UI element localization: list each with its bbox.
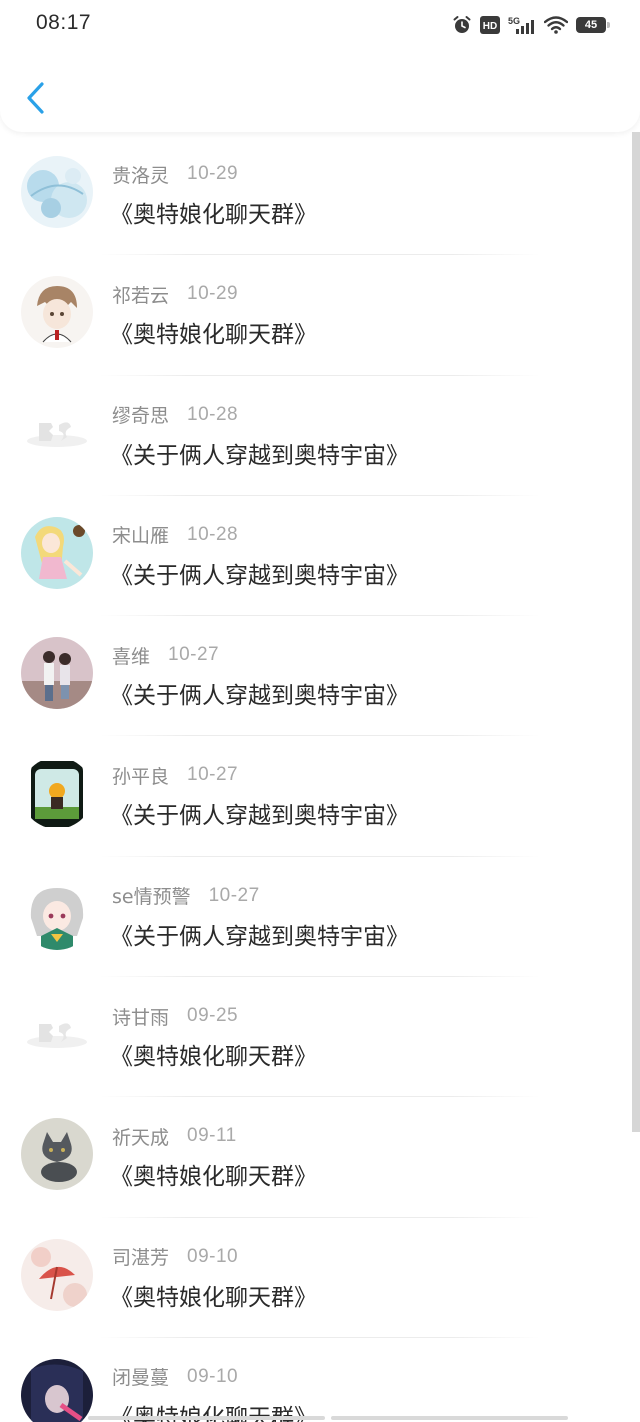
list-item[interactable]: 孙平良 10-27 《关于俩人穿越到奥特宇宙》	[0, 736, 632, 857]
message-text: 《奥特娘化聊天群》	[110, 1044, 317, 1071]
jar-girl-avatar[interactable]	[21, 757, 93, 830]
wifi-icon	[544, 16, 568, 34]
couple-avatar[interactable]	[21, 637, 93, 710]
battery-level: 45	[584, 19, 598, 31]
message-list: 贵洛灵 10-29 《奥特娘化聊天群》 祁若云 10-29 《奥特娘化聊天群》 …	[0, 135, 632, 1422]
anime-boy-avatar[interactable]	[21, 276, 93, 349]
faded-logo-avatar[interactable]	[21, 998, 93, 1071]
item-meta: 诗甘雨 09-25	[112, 1003, 238, 1029]
hint-segment	[331, 1416, 568, 1420]
message-text: 《奥特娘化聊天群》	[110, 202, 317, 228]
sender-name: 祁若云	[112, 284, 170, 307]
alarm-icon	[453, 16, 471, 33]
message-text: 《奥特娘化聊天群》	[110, 322, 317, 349]
status-icons: HD 5G 45	[452, 14, 610, 36]
message-text: 《关于俩人穿越到奥特宇宙》	[110, 803, 409, 830]
item-meta: 祈天成 09-11	[112, 1123, 237, 1149]
sender-name: 诗甘雨	[112, 1006, 170, 1029]
sender-name: 祈天成	[112, 1126, 170, 1149]
sender-name: 喜维	[112, 645, 151, 668]
hd-icon: HD	[480, 16, 500, 34]
message-list-page: 08:17 HD 5G 45 贵洛灵 10-29 《奥特娘化聊天群》 祁若云 1…	[0, 0, 640, 1422]
message-date: 10-29	[187, 283, 239, 305]
list-item[interactable]: 诗甘雨 09-25 《奥特娘化聊天群》	[0, 977, 632, 1098]
message-date: 10-28	[187, 403, 239, 425]
list-item[interactable]: 喜维 10-27 《关于俩人穿越到奥特宇宙》	[0, 616, 632, 737]
list-item[interactable]: se情预警 10-27 《关于俩人穿越到奥特宇宙》	[0, 857, 632, 978]
item-meta: 缪奇思 10-28	[112, 402, 238, 428]
sender-name: 宋山雁	[112, 525, 170, 548]
cellular-5g-icon: 5G	[508, 16, 534, 34]
back-button[interactable]	[18, 76, 54, 120]
message-date: 09-11	[187, 1125, 237, 1147]
message-date: 09-10	[187, 1245, 239, 1267]
faded-logo-avatar[interactable]	[21, 396, 93, 469]
message-date: 10-27	[208, 884, 260, 906]
message-date: 09-10	[187, 1365, 239, 1387]
dark-portrait-avatar[interactable]	[21, 1358, 93, 1422]
item-meta: 祁若云 10-29	[112, 281, 238, 307]
blonde-girl-avatar[interactable]	[21, 516, 93, 589]
message-text: 《关于俩人穿越到奥特宇宙》	[110, 442, 409, 469]
scrollbar[interactable]	[632, 132, 640, 1132]
message-date: 10-27	[187, 764, 239, 786]
status-bar: 08:17 HD 5G 45	[0, 0, 640, 52]
svg-text:HD: HD	[483, 21, 497, 32]
sender-name: 孙平良	[112, 765, 170, 788]
message-date: 10-27	[168, 644, 220, 666]
message-date: 10-29	[187, 163, 239, 184]
item-meta: 司湛芳 09-10	[112, 1244, 238, 1270]
message-text: 《奥特娘化聊天群》	[110, 1284, 317, 1311]
list-item[interactable]: 祁若云 10-29 《奥特娘化聊天群》	[0, 255, 632, 376]
item-meta: se情预警 10-27	[112, 883, 260, 909]
message-text: 《关于俩人穿越到奥特宇宙》	[110, 923, 409, 950]
silver-hair-girl-avatar[interactable]	[21, 877, 93, 950]
message-date: 09-25	[187, 1005, 239, 1027]
sender-name: se情预警	[112, 886, 191, 909]
sender-name: 缪奇思	[112, 405, 170, 428]
message-text: 《奥特娘化聊天群》	[110, 1164, 317, 1191]
svg-text:5G: 5G	[508, 16, 520, 26]
message-date: 10-28	[187, 523, 239, 545]
red-umbrella-avatar[interactable]	[21, 1238, 93, 1311]
battery-icon: 45	[576, 17, 610, 33]
item-meta: 贵洛灵 10-29	[112, 161, 238, 187]
sender-name: 贵洛灵	[112, 164, 170, 187]
message-text: 《关于俩人穿越到奥特宇宙》	[110, 562, 409, 589]
item-meta: 闭曼蔓 09-10	[112, 1364, 238, 1390]
chevron-left-icon	[27, 82, 44, 114]
list-item[interactable]: 祈天成 09-11 《奥特娘化聊天群》	[0, 1097, 632, 1218]
watercolor-blue-avatar[interactable]	[21, 156, 93, 228]
item-meta: 宋山雁 10-28	[112, 522, 238, 548]
list-item[interactable]: 缪奇思 10-28 《关于俩人穿越到奥特宇宙》	[0, 376, 632, 496]
top-bar: 08:17 HD 5G 45	[0, 0, 640, 132]
hint-segment	[88, 1416, 325, 1420]
list-item[interactable]: 贵洛灵 10-29 《奥特娘化聊天群》	[0, 135, 632, 256]
item-meta: 孙平良 10-27	[112, 762, 238, 788]
list-item[interactable]: 闭曼蔓 09-10 《奥特娘化聊天群》	[0, 1338, 632, 1422]
sender-name: 闭曼蔓	[112, 1367, 170, 1390]
item-meta: 喜维 10-27	[112, 642, 219, 668]
bottom-scroll-hint	[88, 1416, 568, 1420]
list-item[interactable]: 司湛芳 09-10 《奥特娘化聊天群》	[0, 1218, 632, 1338]
list-item[interactable]: 宋山雁 10-28 《关于俩人穿越到奥特宇宙》	[0, 496, 632, 617]
message-text: 《关于俩人穿越到奥特宇宙》	[110, 683, 409, 710]
sender-name: 司湛芳	[112, 1247, 170, 1270]
grey-kitten-avatar[interactable]	[21, 1118, 93, 1191]
status-time: 08:17	[36, 11, 92, 34]
